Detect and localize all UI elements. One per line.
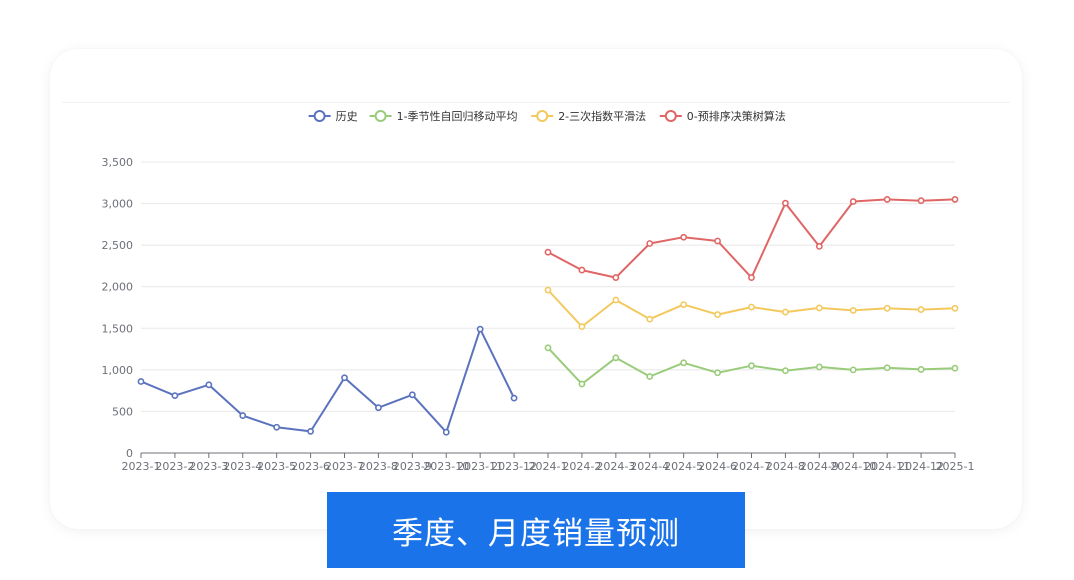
data-point[interactable] — [714, 311, 721, 318]
y-tick-label: 3,500 — [102, 156, 134, 169]
data-point[interactable] — [341, 374, 348, 382]
series-line — [547, 198, 956, 279]
series-0 — [137, 325, 518, 436]
data-point[interactable] — [951, 196, 959, 203]
data-point[interactable] — [578, 380, 586, 388]
data-point[interactable] — [544, 344, 552, 352]
legend-label: 历史 — [336, 110, 358, 123]
data-point[interactable] — [239, 412, 247, 419]
y-tick-label: 500 — [112, 405, 133, 418]
data-point[interactable] — [748, 274, 755, 281]
data-point[interactable] — [815, 242, 823, 250]
data-point[interactable] — [917, 306, 925, 313]
data-point[interactable] — [171, 392, 179, 400]
data-point[interactable] — [205, 381, 213, 389]
data-point[interactable] — [782, 367, 789, 375]
data-point[interactable] — [408, 391, 416, 399]
data-point[interactable] — [849, 198, 857, 205]
forecast-title-banner: 季度、月度销量预测 — [327, 492, 745, 568]
data-point[interactable] — [849, 307, 857, 314]
data-point[interactable] — [782, 308, 789, 316]
series-1 — [544, 344, 959, 388]
data-point[interactable] — [612, 274, 620, 281]
banner-title: 季度、月度销量预测 — [392, 515, 680, 552]
series-3 — [544, 196, 959, 281]
y-tick-label: 0 — [126, 447, 133, 460]
data-point[interactable] — [815, 304, 823, 312]
data-point[interactable] — [578, 266, 586, 274]
data-point[interactable] — [476, 325, 484, 333]
data-point[interactable] — [680, 359, 688, 367]
data-point[interactable] — [612, 296, 620, 304]
data-point[interactable] — [748, 303, 755, 311]
data-point[interactable] — [714, 369, 721, 377]
y-tick-label: 2,500 — [102, 239, 134, 252]
data-point[interactable] — [849, 366, 857, 374]
data-point[interactable] — [544, 248, 552, 256]
legend-item-1[interactable]: 1-季节性自回归移动平均 — [369, 109, 518, 123]
data-point[interactable] — [748, 362, 755, 370]
legend-marker-icon — [664, 110, 677, 122]
data-point[interactable] — [544, 286, 552, 294]
data-point[interactable] — [714, 237, 721, 245]
legend-item-3[interactable]: 0-预排序决策树算法 — [659, 109, 786, 123]
data-point[interactable] — [646, 315, 654, 323]
legend-label: 0-预排序决策树算法 — [687, 109, 786, 123]
data-point[interactable] — [883, 364, 891, 372]
data-point[interactable] — [578, 323, 586, 331]
data-point[interactable] — [646, 240, 654, 247]
legend-label: 2-三次指数平滑法 — [558, 109, 646, 123]
y-tick-label: 1,500 — [102, 322, 134, 335]
series-2 — [544, 286, 959, 331]
data-point[interactable] — [951, 304, 959, 312]
data-point[interactable] — [782, 199, 789, 207]
data-point[interactable] — [273, 423, 281, 431]
legend-marker-icon — [374, 110, 387, 122]
y-tick-label: 3,000 — [102, 198, 134, 211]
data-point[interactable] — [951, 364, 959, 372]
x-tick-label: 2025-1 — [936, 460, 975, 473]
data-point[interactable] — [883, 304, 891, 312]
data-point[interactable] — [442, 428, 450, 436]
legend-label: 1-季节性自回归移动平均 — [397, 109, 518, 123]
data-point[interactable] — [137, 378, 145, 385]
legend: 历史 1-季节性自回归移动平均 2-三次指数平滑法 0-预排序决策树算法 — [308, 109, 786, 123]
data-point[interactable] — [510, 394, 518, 402]
data-point[interactable] — [375, 404, 382, 412]
y-tick-label: 2,000 — [102, 281, 134, 294]
y-tick-label: 1,000 — [102, 364, 134, 377]
data-point[interactable] — [815, 363, 823, 371]
data-point[interactable] — [307, 427, 314, 435]
data-point[interactable] — [917, 197, 925, 205]
data-point[interactable] — [646, 373, 654, 380]
data-point[interactable] — [680, 301, 688, 308]
legend-item-2[interactable]: 2-三次指数平滑法 — [531, 109, 646, 123]
data-point[interactable] — [612, 354, 620, 362]
data-point[interactable] — [883, 196, 891, 203]
series-line — [140, 328, 515, 434]
series-lines — [137, 196, 959, 436]
data-point[interactable] — [917, 366, 925, 373]
legend-marker-icon — [536, 110, 549, 122]
data-point[interactable] — [680, 233, 688, 241]
legend-item-0[interactable]: 历史 — [308, 110, 358, 123]
legend-marker-icon — [313, 110, 326, 122]
